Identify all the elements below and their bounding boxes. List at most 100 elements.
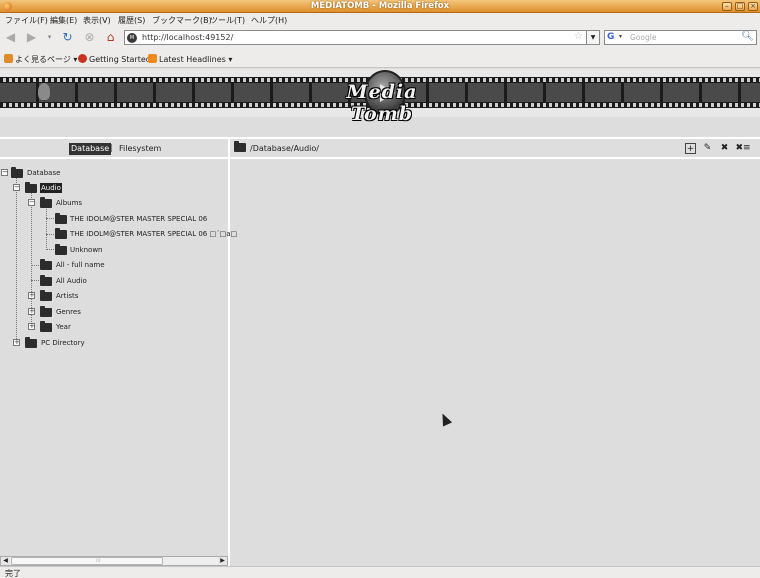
forward-icon[interactable]: ▶ bbox=[24, 30, 39, 45]
folder-icon bbox=[234, 141, 246, 152]
collapse-icon[interactable]: − bbox=[13, 184, 20, 191]
database-tree: − Database − Audio − Albums THE IDOLM@ST… bbox=[0, 160, 237, 556]
close-window-button[interactable]: × bbox=[748, 2, 758, 11]
folder-icon bbox=[40, 321, 52, 332]
search-icon[interactable]: 🔍︎ bbox=[741, 31, 754, 42]
navigation-toolbar: ◀ ▶ ▾ ↻ ⊗ ⌂ M http://localhost:49152/ ☆ … bbox=[0, 27, 760, 50]
delete-item-icon[interactable]: ✖ bbox=[719, 143, 730, 154]
stop-icon[interactable]: ⊗ bbox=[82, 30, 97, 45]
tab-filesystem[interactable]: Filesystem bbox=[119, 143, 161, 155]
tree-label: Audio bbox=[40, 183, 62, 193]
expand-icon[interactable]: + bbox=[28, 308, 35, 315]
folder-icon bbox=[4, 54, 13, 63]
tree-label: Albums bbox=[56, 199, 83, 207]
tree-node-albums[interactable]: − Albums bbox=[0, 197, 90, 209]
expand-icon[interactable]: + bbox=[28, 323, 35, 330]
menu-edit[interactable]: 編集(E) bbox=[50, 15, 77, 26]
edit-item-icon[interactable]: ✎ bbox=[702, 143, 713, 154]
home-icon[interactable]: ⌂ bbox=[103, 30, 118, 45]
tree-label: THE IDOLM@STER MASTER SPECIAL 06 □´□a□ bbox=[70, 230, 238, 238]
bookmark-label: Latest Headlines bbox=[159, 55, 226, 64]
folder-icon bbox=[55, 244, 67, 255]
status-text: 完了 bbox=[5, 569, 21, 578]
folder-icon bbox=[40, 275, 52, 286]
history-dropdown-icon[interactable]: ▾ bbox=[42, 30, 57, 45]
scrollbar-thumb[interactable]: ⁞⁞⁞ bbox=[11, 557, 163, 565]
tree-label: All - full name bbox=[56, 261, 105, 269]
menu-tools[interactable]: ツール(T) bbox=[210, 15, 245, 26]
bookmark-label: Getting Started bbox=[89, 55, 151, 64]
tree-node-artists[interactable]: + Artists bbox=[0, 290, 110, 302]
remove-all-icon[interactable]: ✖≡ bbox=[734, 143, 752, 154]
tree-label: All Audio bbox=[56, 277, 87, 285]
site-icon: M bbox=[127, 33, 137, 43]
google-engine-icon[interactable]: G bbox=[607, 32, 618, 43]
tree-node-audio[interactable]: − Audio bbox=[0, 182, 80, 194]
bookmark-latest-headlines[interactable]: Latest Headlines ▾ bbox=[148, 54, 232, 64]
bookmark-most-visited[interactable]: よく見るページ ▾ bbox=[4, 54, 77, 65]
engine-dropdown-icon[interactable]: ▾ bbox=[619, 33, 622, 40]
tree-node-year[interactable]: + Year bbox=[0, 321, 110, 333]
maximize-button[interactable]: □ bbox=[735, 2, 745, 11]
folder-icon bbox=[11, 167, 23, 178]
expand-icon[interactable]: + bbox=[28, 292, 35, 299]
folder-icon bbox=[55, 213, 67, 224]
folder-icon bbox=[40, 259, 52, 270]
tree-label: PC Directory bbox=[41, 339, 85, 347]
scroll-left-icon[interactable]: ◀ bbox=[1, 557, 10, 565]
tree-node-album-2[interactable]: THE IDOLM@STER MASTER SPECIAL 06 □´□a□ bbox=[0, 228, 237, 240]
folder-icon bbox=[40, 306, 52, 317]
search-box[interactable]: G ▾ Google 🔍︎ bbox=[604, 30, 757, 45]
firefox-bookmark-icon bbox=[78, 54, 87, 63]
expand-icon[interactable]: + bbox=[13, 339, 20, 346]
view-tabs: Database | Filesystem bbox=[0, 137, 228, 159]
menu-bookmarks[interactable]: ブックマーク(B) bbox=[152, 15, 212, 26]
status-bar: 完了 bbox=[0, 566, 760, 578]
menu-help[interactable]: ヘルプ(H) bbox=[251, 15, 287, 26]
horizontal-scrollbar[interactable]: ◀ ⁞⁞⁞ ▶ bbox=[0, 556, 228, 566]
tree-node-database[interactable]: − Database bbox=[0, 167, 80, 179]
back-icon[interactable]: ◀ bbox=[3, 30, 18, 45]
tab-separator: | bbox=[110, 143, 113, 152]
folder-icon bbox=[25, 182, 37, 193]
menu-history[interactable]: 履歴(S) bbox=[118, 15, 145, 26]
reload-icon[interactable]: ↻ bbox=[60, 30, 75, 45]
tree-node-album-1[interactable]: THE IDOLM@STER MASTER SPECIAL 06 bbox=[0, 213, 220, 225]
minimize-button[interactable]: – bbox=[722, 2, 732, 11]
add-item-icon[interactable]: + bbox=[685, 143, 696, 154]
folder-icon bbox=[55, 228, 67, 239]
tree-node-pc-directory[interactable]: + PC Directory bbox=[0, 337, 110, 349]
menu-file[interactable]: ファイル(F) bbox=[5, 15, 48, 26]
scroll-right-icon[interactable]: ▶ bbox=[218, 557, 227, 565]
path-bar: /Database/Audio/ + ✎ ✖ ✖≡ bbox=[230, 137, 760, 159]
tab-database[interactable]: Database bbox=[69, 143, 112, 155]
mediatomb-logo: Media Tomb bbox=[322, 70, 442, 125]
collapse-icon[interactable]: − bbox=[1, 169, 8, 176]
panel-divider[interactable] bbox=[228, 137, 230, 566]
tree-node-all-full-name[interactable]: All - full name bbox=[0, 259, 110, 271]
collapse-icon[interactable]: − bbox=[28, 199, 35, 206]
menu-view[interactable]: 表示(V) bbox=[83, 15, 111, 26]
folder-icon bbox=[40, 197, 52, 208]
mouse-cursor-icon bbox=[437, 411, 453, 427]
url-dropdown-icon[interactable]: ▼ bbox=[587, 30, 600, 45]
tree-label: Artists bbox=[56, 292, 79, 300]
tree-node-genres[interactable]: + Genres bbox=[0, 306, 110, 318]
bookmark-getting-started[interactable]: Getting Started bbox=[78, 54, 151, 64]
window-titlebar: MEDIATOMB - Mozilla Firefox – □ × bbox=[0, 0, 760, 13]
current-path: /Database/Audio/ bbox=[250, 144, 319, 153]
url-bar[interactable]: M http://localhost:49152/ ☆ bbox=[124, 30, 587, 45]
folder-icon bbox=[40, 290, 52, 301]
tree-label: Database bbox=[27, 169, 61, 177]
tree-node-unknown[interactable]: Unknown bbox=[0, 244, 110, 256]
folder-icon bbox=[25, 337, 37, 348]
window-title: MEDIATOMB - Mozilla Firefox bbox=[310, 1, 450, 11]
rss-icon bbox=[148, 54, 157, 63]
bookmark-star-icon[interactable]: ☆ bbox=[574, 31, 583, 42]
menu-bar: ファイル(F) 編集(E) 表示(V) 履歴(S) ブックマーク(B) ツール(… bbox=[0, 13, 760, 27]
tree-label: Year bbox=[56, 323, 71, 331]
tree-node-all-audio[interactable]: All Audio bbox=[0, 275, 110, 287]
tree-label: Unknown bbox=[70, 246, 103, 254]
search-placeholder: Google bbox=[630, 33, 657, 42]
mediatomb-banner: Media Tomb bbox=[0, 69, 760, 125]
